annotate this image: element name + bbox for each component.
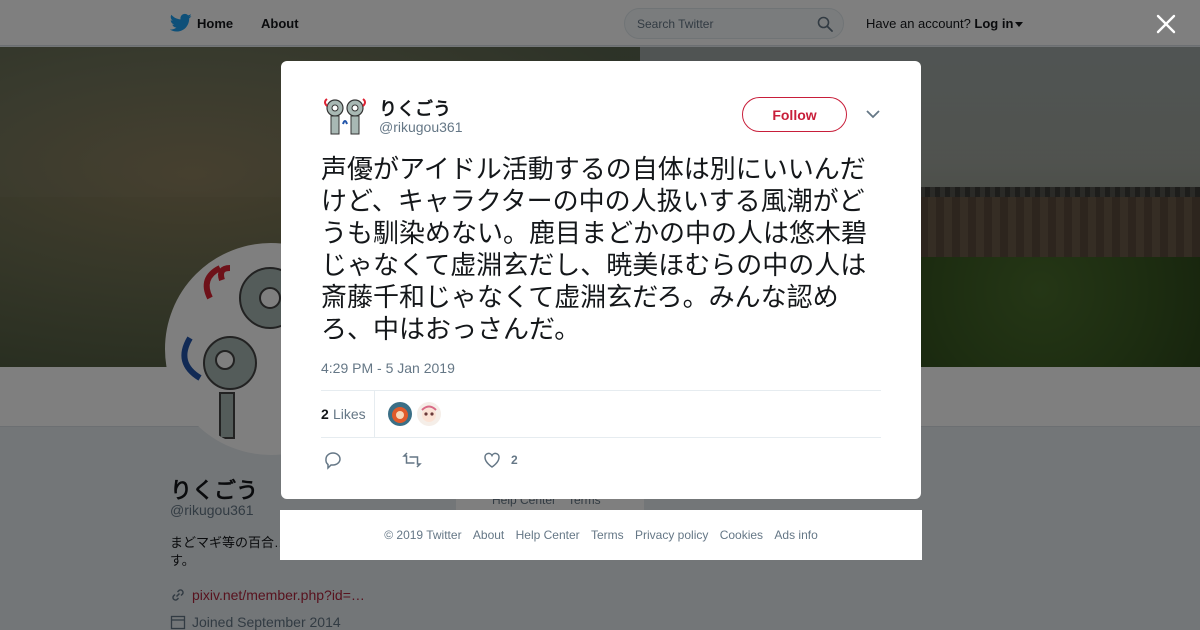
close-icon[interactable] [1153,11,1179,37]
footer-links: © 2019 Twitter About Help Center Terms P… [280,528,922,542]
liker-avatar[interactable] [417,402,441,426]
tweet-author-handle[interactable]: @rikugou361 [379,119,463,135]
likes-label: Likes [333,406,366,422]
reply-icon[interactable] [323,450,343,470]
footer-link-about[interactable]: About [473,528,504,542]
tweet-actions: 2 [321,446,881,476]
modal-footer: © 2019 Twitter About Help Center Terms P… [280,510,922,560]
footer-link-ads-info[interactable]: Ads info [774,528,817,542]
footer-link-help-center[interactable]: Help Center [516,528,580,542]
footer-link-cookies[interactable]: Cookies [720,528,763,542]
footer-link-terms[interactable]: Terms [591,528,624,542]
footer-link-privacy[interactable]: Privacy policy [635,528,708,542]
retweet-icon[interactable] [402,450,422,470]
likes-stat[interactable]: 2 Likes [321,391,375,437]
tweet-timestamp[interactable]: 4:29 PM - 5 Jan 2019 [321,360,455,376]
liker-avatar[interactable] [388,402,412,426]
tweet-author-avatar[interactable] [321,94,369,142]
like-action-count: 2 [511,453,518,467]
tweet-modal: りくごう @rikugou361 Follow 声優がアイドル活動するの自体は別… [281,61,921,499]
follow-button[interactable]: Follow [742,97,847,132]
tweet-text: 声優がアイドル活動するの自体は別にいいんだけど、キャラクターの中の人扱いする風潮… [321,155,868,345]
heart-icon[interactable] [482,450,502,470]
tweet-author-name[interactable]: りくごう [379,95,451,121]
likes-count: 2 [321,406,329,422]
chevron-down-icon[interactable] [864,108,882,120]
footer-copyright: © 2019 Twitter [384,528,462,542]
tweet-stats: 2 Likes [321,390,881,438]
